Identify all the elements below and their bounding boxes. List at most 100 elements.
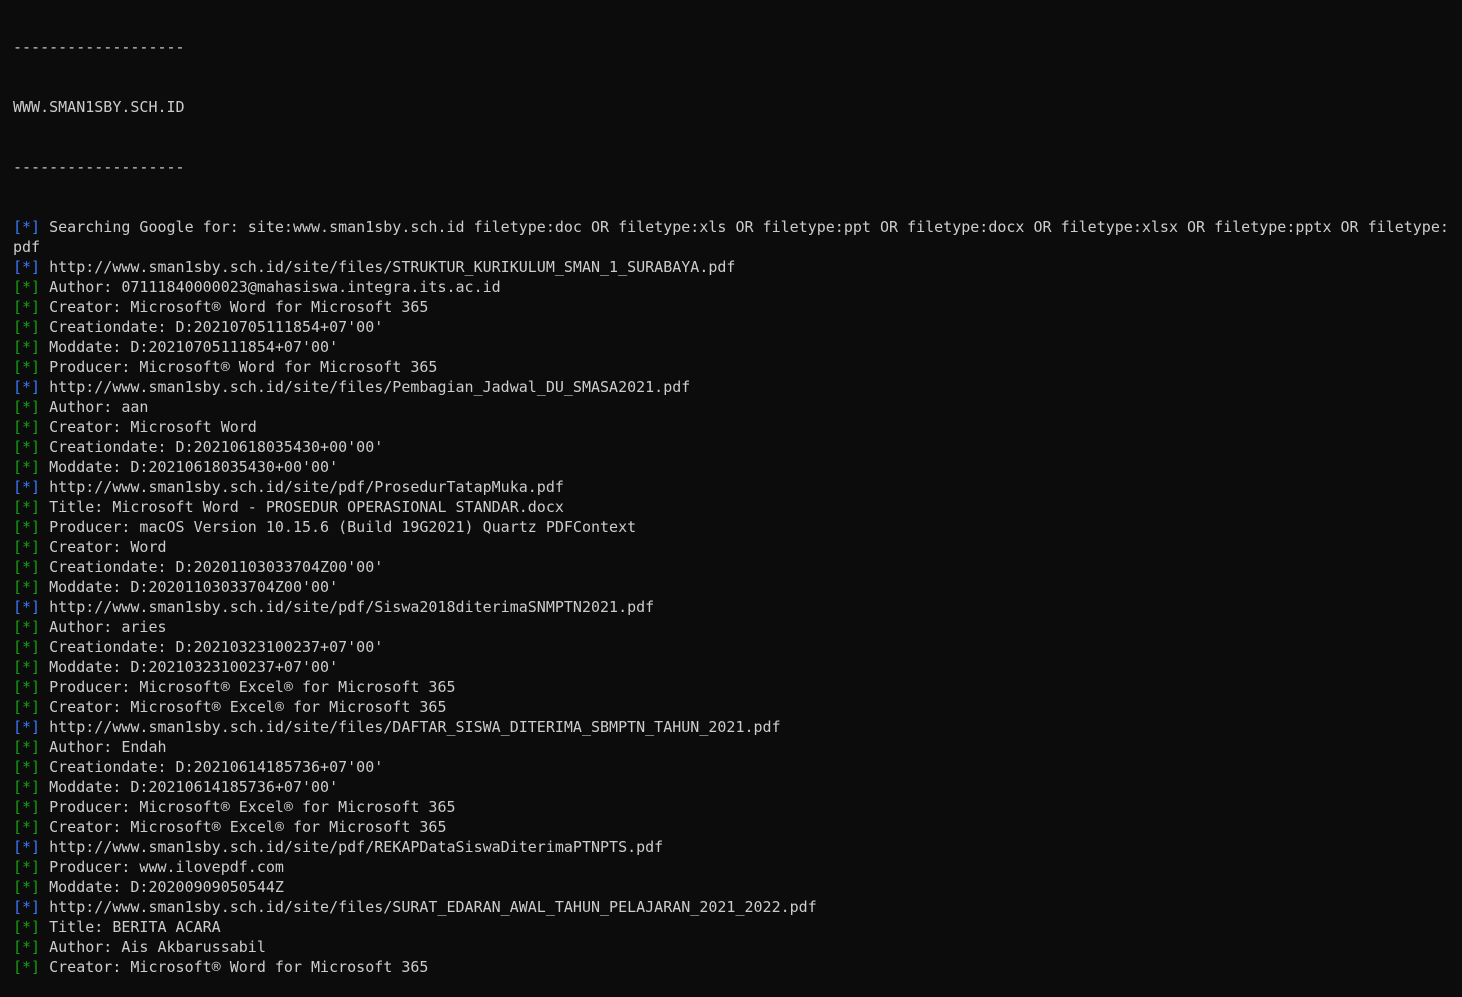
metadata-text: Moddate: D:20200909050544Z	[49, 878, 284, 896]
metadata-text: Creator: Microsoft Word	[49, 418, 257, 436]
success-tag: [*]	[13, 938, 41, 956]
metadata-line: [*] Moddate: D:20210705111854+07'00'	[13, 337, 1453, 357]
metadata-line: [*] Producer: Microsoft® Excel® for Micr…	[13, 677, 1453, 697]
metadata-text: Creator: Microsoft® Word for Microsoft 3…	[49, 298, 429, 316]
success-tag: [*]	[13, 618, 41, 636]
metadata-line: [*] Producer: Microsoft® Excel® for Micr…	[13, 797, 1453, 817]
metadata-text: Author: aan	[49, 398, 149, 416]
metadata-line: [*] Moddate: D:20210614185736+07'00'	[13, 777, 1453, 797]
info-text: http://www.sman1sby.sch.id/site/files/DA…	[49, 718, 781, 736]
info-text: http://www.sman1sby.sch.id/site/files/ST…	[49, 258, 736, 276]
success-tag: [*]	[13, 918, 41, 936]
metadata-text: Creator: Microsoft® Excel® for Microsoft…	[49, 818, 447, 836]
info-text: Searching Google for: site:www.sman1sby.…	[13, 218, 1449, 256]
success-tag: [*]	[13, 658, 41, 676]
info-text: http://www.sman1sby.sch.id/site/pdf/REKA…	[49, 838, 664, 856]
success-tag: [*]	[13, 458, 41, 476]
metadata-text: Producer: www.ilovepdf.com	[49, 858, 284, 876]
success-tag: [*]	[13, 518, 41, 536]
metadata-line: [*] Author: 07111840000023@mahasiswa.int…	[13, 277, 1453, 297]
metadata-line: [*] Producer: macOS Version 10.15.6 (Bui…	[13, 517, 1453, 537]
metadata-line: [*] Creator: Microsoft® Excel® for Micro…	[13, 817, 1453, 837]
info-tag: [*]	[13, 598, 41, 616]
info-tag: [*]	[13, 378, 41, 396]
metadata-text: Author: Ais Akbarussabil	[49, 938, 266, 956]
success-tag: [*]	[13, 298, 41, 316]
metadata-line: [*] Author: Ais Akbarussabil	[13, 937, 1453, 957]
info-tag: [*]	[13, 838, 41, 856]
success-tag: [*]	[13, 338, 41, 356]
info-text: http://www.sman1sby.sch.id/site/files/SU…	[49, 898, 817, 916]
success-tag: [*]	[13, 878, 41, 896]
success-tag: [*]	[13, 698, 41, 716]
info-tag: [*]	[13, 218, 41, 236]
terminal-output[interactable]: ------------------- WWW.SMAN1SBY.SCH.ID …	[13, 0, 1453, 997]
info-tag: [*]	[13, 478, 41, 496]
metadata-text: Creationdate: D:20210618035430+00'00'	[49, 438, 384, 456]
metadata-line: [*] Creationdate: D:20201103033704Z00'00…	[13, 557, 1453, 577]
metadata-text: Moddate: D:20210323100237+07'00'	[49, 658, 339, 676]
success-tag: [*]	[13, 958, 41, 976]
metadata-line: [*] Producer: Microsoft® Word for Micros…	[13, 357, 1453, 377]
success-tag: [*]	[13, 578, 41, 596]
success-tag: [*]	[13, 278, 41, 296]
success-tag: [*]	[13, 498, 41, 516]
metadata-text: Moddate: D:20210618035430+00'00'	[49, 458, 339, 476]
info-tag: [*]	[13, 258, 41, 276]
info-line: [*] http://www.sman1sby.sch.id/site/pdf/…	[13, 837, 1453, 857]
metadata-text: Creationdate: D:20210614185736+07'00'	[49, 758, 384, 776]
success-tag: [*]	[13, 678, 41, 696]
metadata-line: [*] Author: Endah	[13, 737, 1453, 757]
metadata-line: [*] Creator: Microsoft® Excel® for Micro…	[13, 697, 1453, 717]
success-tag: [*]	[13, 398, 41, 416]
info-line: [*] http://www.sman1sby.sch.id/site/file…	[13, 257, 1453, 277]
info-text: http://www.sman1sby.sch.id/site/files/Pe…	[49, 378, 691, 396]
header-rule-bottom: -------------------	[13, 158, 185, 176]
info-line: [*] http://www.sman1sby.sch.id/site/file…	[13, 717, 1453, 737]
info-line: [*] http://www.sman1sby.sch.id/site/pdf/…	[13, 597, 1453, 617]
success-tag: [*]	[13, 798, 41, 816]
metadata-line: [*] Creator: Microsoft Word	[13, 417, 1453, 437]
metadata-line: [*] Moddate: D:20210618035430+00'00'	[13, 457, 1453, 477]
success-tag: [*]	[13, 318, 41, 336]
success-tag: [*]	[13, 818, 41, 836]
info-line: [*] http://www.sman1sby.sch.id/site/file…	[13, 377, 1453, 397]
info-text: http://www.sman1sby.sch.id/site/pdf/Pros…	[49, 478, 564, 496]
metadata-line: [*] Creator: Word	[13, 537, 1453, 557]
metadata-text: Moddate: D:20210614185736+07'00'	[49, 778, 339, 796]
metadata-text: Producer: Microsoft® Excel® for Microsof…	[49, 798, 456, 816]
metadata-text: Creationdate: D:20201103033704Z00'00'	[49, 558, 384, 576]
metadata-line: [*] Creationdate: D:20210323100237+07'00…	[13, 637, 1453, 657]
metadata-text: Moddate: D:20201103033704Z00'00'	[49, 578, 339, 596]
success-tag: [*]	[13, 738, 41, 756]
metadata-line: [*] Title: Microsoft Word - PROSEDUR OPE…	[13, 497, 1453, 517]
metadata-text: Creator: Word	[49, 538, 167, 556]
metadata-line: [*] Creationdate: D:20210618035430+00'00…	[13, 437, 1453, 457]
metadata-text: Creator: Microsoft® Excel® for Microsoft…	[49, 698, 447, 716]
metadata-text: Creationdate: D:20210705111854+07'00'	[49, 318, 384, 336]
metadata-text: Author: aries	[49, 618, 167, 636]
metadata-text: Moddate: D:20210705111854+07'00'	[49, 338, 339, 356]
metadata-line: [*] Creator: Microsoft® Word for Microso…	[13, 297, 1453, 317]
metadata-line: [*] Author: aan	[13, 397, 1453, 417]
metadata-line: [*] Creationdate: D:20210614185736+07'00…	[13, 757, 1453, 777]
success-tag: [*]	[13, 418, 41, 436]
success-tag: [*]	[13, 858, 41, 876]
metadata-text: Creator: Microsoft® Word for Microsoft 3…	[49, 958, 429, 976]
success-tag: [*]	[13, 638, 41, 656]
metadata-text: Producer: Microsoft® Word for Microsoft …	[49, 358, 438, 376]
metadata-line: [*] Title: BERITA ACARA	[13, 917, 1453, 937]
success-tag: [*]	[13, 438, 41, 456]
metadata-line: [*] Creator: Microsoft® Word for Microso…	[13, 957, 1453, 977]
info-line: [*] http://www.sman1sby.sch.id/site/file…	[13, 897, 1453, 917]
metadata-line: [*] Creationdate: D:20210705111854+07'00…	[13, 317, 1453, 337]
output-lines: [*] Searching Google for: site:www.sman1…	[13, 217, 1453, 977]
header-rule-top: -------------------	[13, 38, 185, 56]
success-tag: [*]	[13, 538, 41, 556]
metadata-text: Producer: Microsoft® Excel® for Microsof…	[49, 678, 456, 696]
metadata-text: Title: Microsoft Word - PROSEDUR OPERASI…	[49, 498, 564, 516]
success-tag: [*]	[13, 778, 41, 796]
info-line: [*] Searching Google for: site:www.sman1…	[13, 217, 1453, 257]
success-tag: [*]	[13, 558, 41, 576]
metadata-text: Author: 07111840000023@mahasiswa.integra…	[49, 278, 501, 296]
